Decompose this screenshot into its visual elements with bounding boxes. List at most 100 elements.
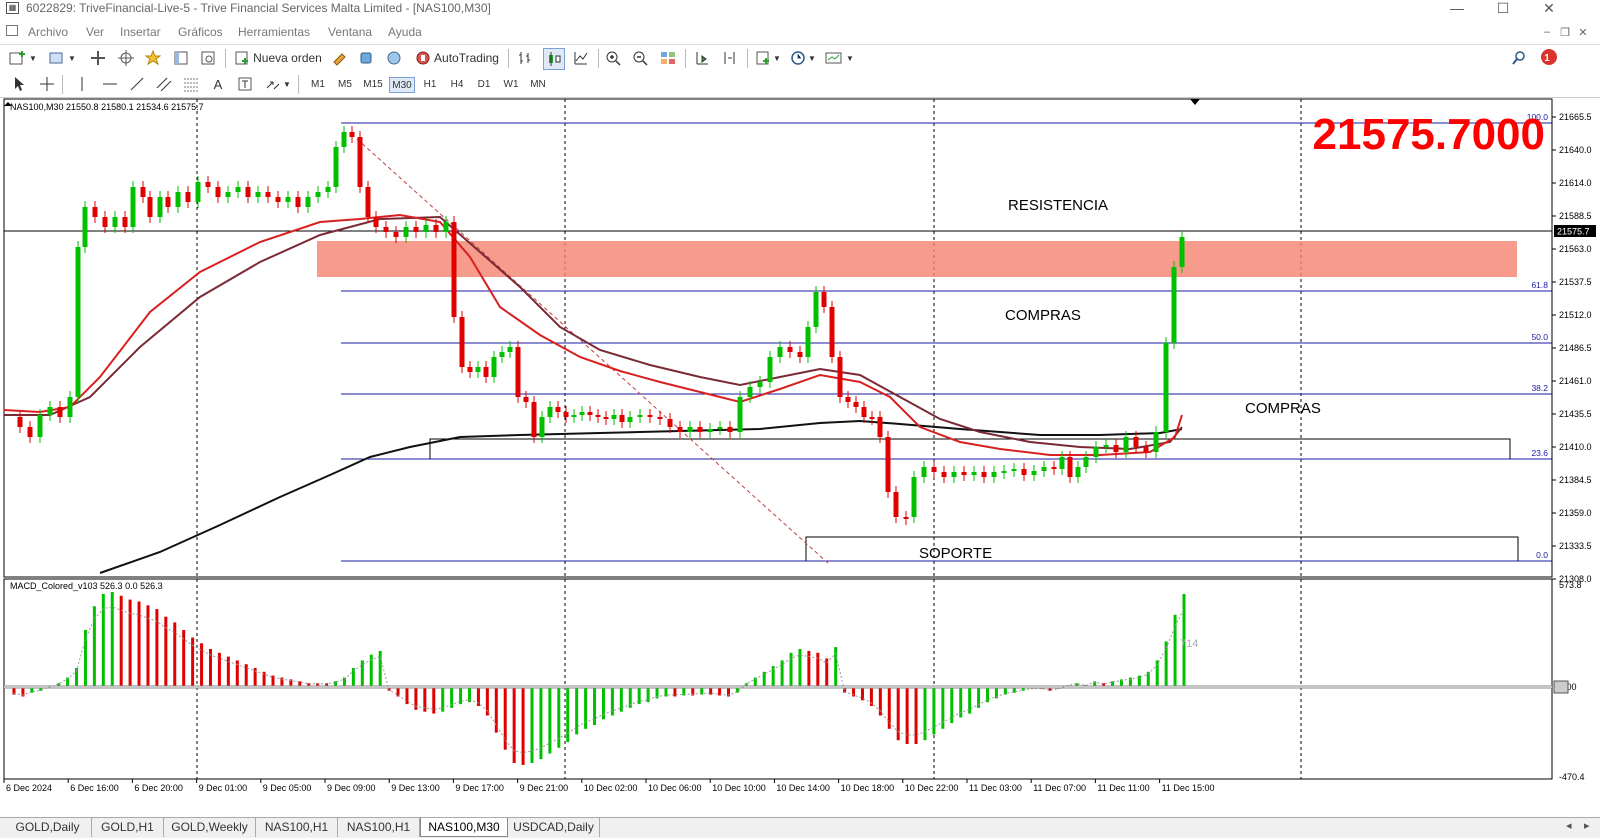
periods-clock-icon[interactable]	[788, 48, 808, 68]
mdi-close-button[interactable]: ✕	[1576, 26, 1590, 39]
close-button[interactable]: ✕	[1526, 0, 1572, 18]
price-tick-label: 21359.0	[1559, 508, 1592, 518]
search-icon[interactable]	[1509, 48, 1529, 68]
candle	[443, 222, 449, 232]
fib-level-label: 38.2	[1531, 383, 1548, 393]
tile-windows-icon[interactable]	[658, 48, 678, 68]
autotrading-button[interactable]: AutoTrading	[412, 48, 502, 68]
timeframe-m1[interactable]: M1	[306, 77, 330, 93]
tab-gold-weekly[interactable]: GOLD,Weekly	[164, 818, 256, 837]
templates-icon[interactable]	[824, 48, 844, 68]
chevron-down-icon[interactable]: ▼	[846, 48, 854, 68]
arrows-icon[interactable]	[263, 74, 283, 94]
favorites-icon[interactable]	[143, 48, 163, 68]
macd-info: MACD_Colored_v103 526.3 0.0 526.3	[10, 581, 163, 591]
candle	[225, 192, 231, 197]
timeframe-mn[interactable]: MN	[526, 77, 550, 93]
timeframe-h4[interactable]: H4	[445, 77, 469, 93]
bar-chart-icon[interactable]	[515, 48, 535, 68]
tab-scroll-right-icon[interactable]: ▸	[1584, 819, 1590, 832]
price-tick-label: 21512.0	[1559, 310, 1592, 320]
time-tick-label: 10 Dec 18:00	[841, 783, 895, 793]
tab-gold-daily[interactable]: GOLD,Daily	[4, 818, 92, 837]
vertical-line-icon[interactable]	[72, 74, 92, 94]
chevron-down-icon[interactable]: ▼	[283, 74, 291, 94]
maximize-button[interactable]: ☐	[1480, 0, 1526, 18]
zoom-out-icon[interactable]	[630, 48, 650, 68]
tab-nas100-m30[interactable]: NAS100,M30	[420, 818, 508, 837]
menu-graficos[interactable]: Gráficos	[178, 25, 223, 39]
tab-usdcad-daily[interactable]: USDCAD,Daily	[508, 818, 600, 837]
crosshair-move-icon[interactable]	[116, 48, 136, 68]
buys-label-1: COMPRAS	[1005, 307, 1081, 324]
chevron-down-icon[interactable]: ▼	[773, 48, 781, 68]
candle	[805, 327, 811, 357]
candle	[157, 197, 163, 217]
timeframe-d1[interactable]: D1	[472, 77, 496, 93]
candle	[869, 417, 875, 419]
navigator-icon[interactable]	[171, 48, 191, 68]
signals-icon[interactable]	[384, 48, 404, 68]
tab-nas100-h1-a[interactable]: NAS100,H1	[256, 818, 338, 837]
candle	[611, 415, 617, 419]
trading-icon[interactable]	[356, 48, 376, 68]
menu-ayuda[interactable]: Ayuda	[388, 25, 422, 39]
time-tick-label: 10 Dec 02:00	[584, 783, 638, 793]
candlestick-chart-icon[interactable]	[543, 48, 565, 70]
window-title: 6022829: TriveFinancial-Live-5 - Trive F…	[26, 1, 491, 15]
new-chart-icon[interactable]	[8, 48, 28, 68]
text-tool-icon[interactable]: A	[208, 74, 228, 94]
price-tick-label: 21665.5	[1559, 112, 1592, 122]
chevron-down-icon[interactable]: ▼	[808, 48, 816, 68]
menu-ver[interactable]: Ver	[86, 25, 104, 39]
text-label-icon[interactable]	[235, 74, 255, 94]
market-watch-icon[interactable]	[88, 48, 108, 68]
candle	[951, 472, 957, 477]
notifications-button[interactable]: 1	[1536, 48, 1560, 68]
auto-scroll-icon[interactable]	[692, 48, 712, 68]
chevron-down-icon[interactable]: ▼	[29, 48, 37, 68]
candle	[403, 227, 409, 237]
tab-scroll-left-icon[interactable]: ◂	[1566, 819, 1572, 832]
menu-ventana[interactable]: Ventana	[328, 25, 372, 39]
candle	[637, 415, 643, 417]
minimize-button[interactable]: —	[1434, 0, 1480, 18]
horizontal-line-icon[interactable]	[100, 74, 120, 94]
indicators-icon[interactable]	[753, 48, 773, 68]
timeframe-w1[interactable]: W1	[499, 77, 523, 93]
candle	[341, 132, 347, 147]
timeframe-m5[interactable]: M5	[333, 77, 357, 93]
terminal-icon[interactable]	[198, 48, 218, 68]
fib-level-label: 0.0	[1536, 550, 1548, 560]
new-order-button[interactable]: Nueva orden	[233, 48, 323, 68]
tab-nas100-h1-b[interactable]: NAS100,H1	[338, 818, 420, 837]
autotrading-label: AutoTrading	[434, 51, 499, 65]
tab-gold-h1[interactable]: GOLD,H1	[92, 818, 164, 837]
profiles-icon[interactable]	[47, 48, 67, 68]
crosshair-icon[interactable]	[37, 74, 57, 94]
timeframe-h1[interactable]: H1	[418, 77, 442, 93]
mdi-minimize-button[interactable]: –	[1540, 26, 1554, 38]
line-chart-icon[interactable]	[571, 48, 591, 68]
pin-icon[interactable]	[329, 48, 349, 68]
menu-herramientas[interactable]: Herramientas	[238, 25, 310, 39]
trendline-icon[interactable]	[127, 74, 147, 94]
candle	[991, 472, 997, 477]
chevron-down-icon[interactable]: ▼	[68, 48, 76, 68]
mdi-restore-button[interactable]: ❐	[1558, 26, 1572, 39]
candle	[893, 492, 899, 517]
candle	[393, 232, 399, 237]
chart-shift-icon[interactable]	[720, 48, 740, 68]
macd-bar	[619, 687, 623, 712]
timeframe-m30[interactable]: M30	[389, 77, 415, 93]
zoom-in-icon[interactable]	[603, 48, 623, 68]
candle	[275, 197, 281, 202]
candle	[483, 367, 489, 377]
menu-archivo[interactable]: Archivo	[28, 25, 68, 39]
timeframe-m15[interactable]: M15	[360, 77, 386, 93]
menu-insertar[interactable]: Insertar	[120, 25, 161, 39]
chart-window[interactable]: 100.0 61.8 50.0 38.2 23.6 0.0 21665.5 21640.0 2…	[0, 97, 1600, 815]
equidistant-channel-icon[interactable]	[154, 74, 174, 94]
cursor-icon[interactable]	[9, 74, 29, 94]
fibonacci-icon[interactable]	[181, 74, 201, 94]
